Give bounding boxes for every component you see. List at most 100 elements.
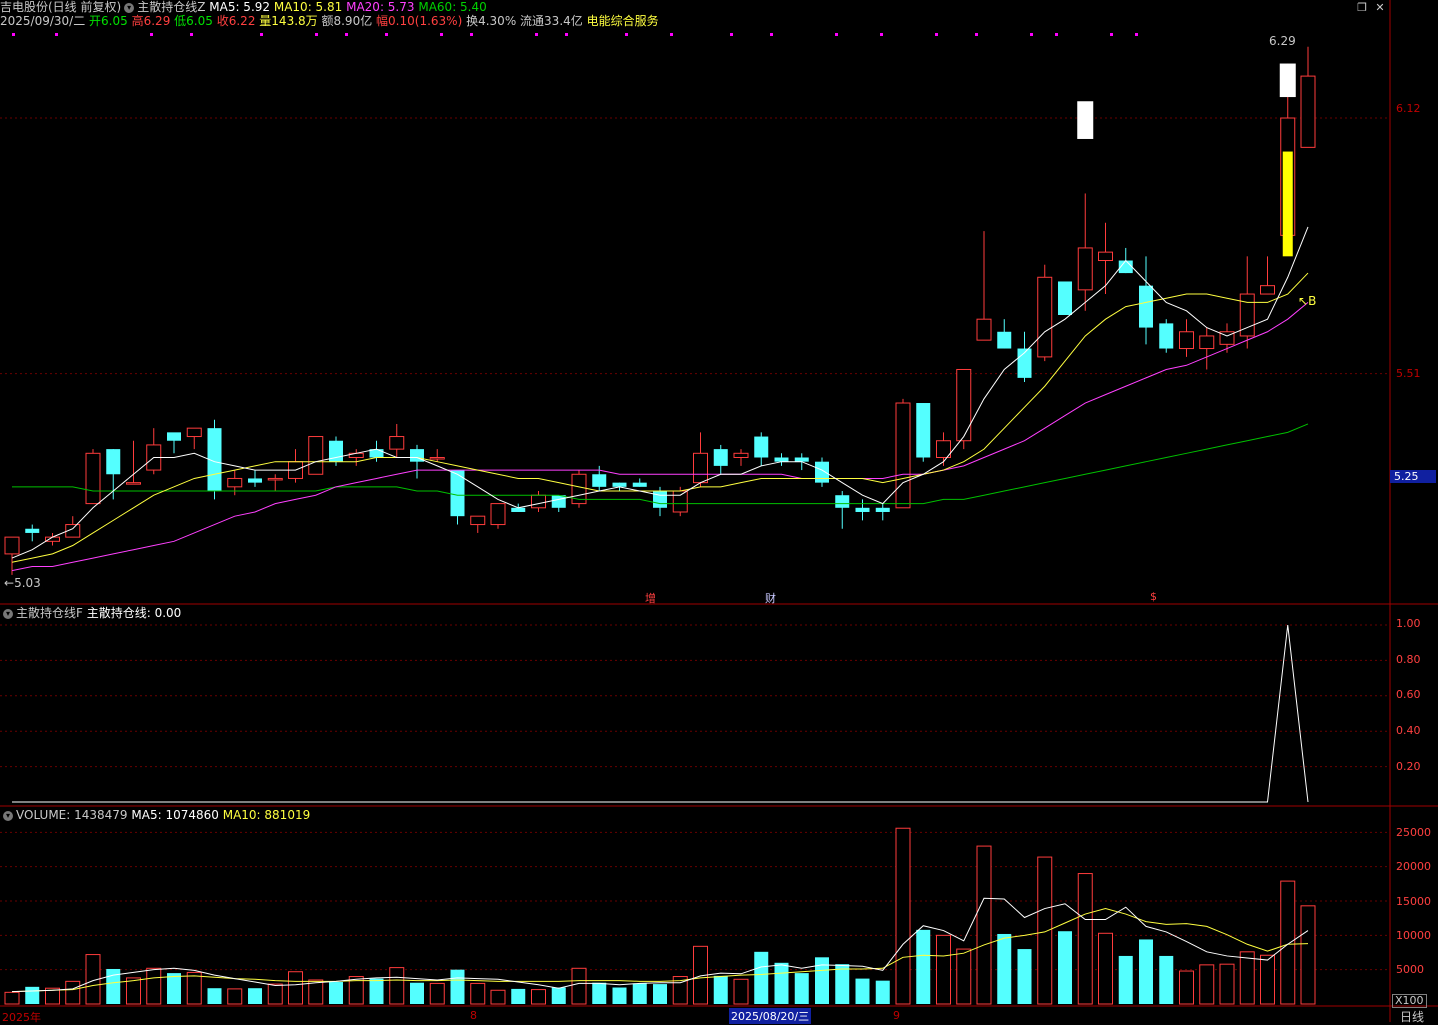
period-button[interactable]: 日线 [1400, 1008, 1424, 1025]
volume-bar-down [1118, 955, 1133, 1004]
volume-bar-down [207, 988, 222, 1004]
volume-bar-down [1139, 939, 1153, 1004]
volume-bar-down [25, 986, 40, 1004]
volume-bar-down [612, 987, 627, 1004]
marker-dot [440, 33, 443, 36]
candle-body-up [389, 436, 405, 450]
candle-body-up [1098, 251, 1113, 262]
candle-body-down [1058, 281, 1072, 315]
time-axis-label: 9 [893, 1009, 900, 1022]
candle-body-up [227, 477, 243, 488]
kline-chart[interactable] [0, 0, 1438, 1022]
volume-bar-down [794, 973, 809, 1004]
marker-dot [190, 33, 193, 36]
candle-body-up [1260, 285, 1275, 295]
indicator-pane-value: 主散持仓线: 0.00 [86, 606, 182, 620]
indicator-axis-tick: 1.00 [1396, 617, 1421, 630]
candle-body-down [997, 331, 1012, 349]
volume-bar-down [997, 933, 1012, 1004]
candle-body-up [1077, 247, 1093, 291]
chevron-down-icon[interactable]: ▾ [3, 608, 13, 619]
marker-dot [935, 33, 938, 36]
chevron-down-icon[interactable]: ▾ [3, 810, 13, 821]
volume-bar-up [895, 827, 911, 1005]
volume-bar-down [450, 969, 465, 1004]
candle-body-down [25, 528, 40, 533]
event-marker-increase[interactable]: 增 [645, 590, 656, 606]
candle-body-up [976, 318, 992, 341]
volume-bar-up [126, 977, 141, 1005]
indicator-axis-tick: 0.60 [1396, 688, 1421, 701]
volume-ma10-label: MA10: 881019 [222, 808, 311, 822]
marker-dot [385, 33, 388, 36]
candle-body-up [490, 503, 506, 526]
event-marker-finance[interactable]: 财 [765, 590, 776, 606]
low-price-label: ←5.03 [4, 576, 41, 590]
volume-bar-up [1077, 873, 1093, 1005]
volume-bar-up [146, 967, 162, 1005]
candle-body-down [754, 436, 769, 458]
volume-bar-up [470, 982, 486, 1005]
candle-body-down [1139, 285, 1153, 328]
volume-pane-title[interactable]: VOLUME: 1438479 [16, 808, 128, 822]
candle-body-up [672, 490, 688, 513]
candle-body-down [653, 491, 667, 508]
indicator-axis-tick: 0.20 [1396, 760, 1421, 773]
volume-bar-down [855, 978, 870, 1004]
indicator-line [12, 624, 1309, 803]
candle-body-down [774, 457, 789, 462]
low-price-value: 5.03 [14, 576, 41, 590]
candle-body-down [794, 457, 809, 462]
volume-bar-down [815, 957, 829, 1004]
volume-ma10-line [11, 908, 1309, 993]
volume-bar-up [1219, 963, 1235, 1005]
candle-body-up [733, 452, 749, 459]
buy-signal-text: B [1308, 294, 1317, 308]
candle-body-up [1199, 335, 1215, 350]
volume-ma5-label: MA5: 1074860 [131, 808, 219, 822]
candle-body-down [815, 461, 829, 483]
volume-axis-tick: 15000 [1396, 895, 1431, 908]
event-marker-dividend[interactable]: $ [1150, 590, 1157, 603]
candle-body-up [186, 427, 202, 438]
candle-body-down [855, 507, 870, 512]
marker-dot [1030, 33, 1033, 36]
indicator-pane-header: ▾ 主散持仓线F 主散持仓线: 0.00 [0, 606, 181, 620]
candle-body-up [308, 436, 324, 475]
candle-body-up [1300, 75, 1316, 148]
ma10-line [11, 272, 1309, 563]
volume-bar-up [4, 991, 20, 1005]
high-price-label: 6.29 [1269, 34, 1296, 48]
marker-dot [12, 33, 15, 36]
marker-dot [880, 33, 883, 36]
volume-bar-up [1199, 964, 1215, 1005]
marker-dot [1135, 33, 1138, 36]
volume-bar-down [713, 975, 728, 1004]
volume-bar-up [956, 948, 972, 1005]
indicator-pane-title[interactable]: 主散持仓线F [16, 606, 83, 620]
volume-bar-up [1037, 856, 1053, 1005]
candle-body-down [916, 403, 931, 458]
candle-body-down [713, 449, 728, 466]
marker-dot [835, 33, 838, 36]
signal-bar [1282, 151, 1293, 257]
candle-body-down [612, 482, 627, 487]
candle-body-up [267, 477, 283, 481]
volume-bar-up [1280, 880, 1296, 1005]
candle-body-down [592, 474, 607, 487]
volume-bar-down [511, 988, 526, 1004]
time-axis-label: 8 [470, 1009, 477, 1022]
volume-bar-down [410, 982, 424, 1004]
volume-axis-tick: 10000 [1396, 929, 1431, 942]
candle-body-up [4, 536, 20, 555]
volume-bar-down [329, 982, 343, 1004]
candle-body-down [167, 432, 181, 441]
volume-bar-up [976, 845, 992, 1005]
candle-body-up [429, 457, 445, 460]
candle-body-up [85, 452, 101, 505]
volume-bar-down [875, 980, 890, 1004]
volume-bar-down [248, 988, 262, 1004]
marker-dot [535, 33, 538, 36]
marker-dot [55, 33, 58, 36]
marker-dot [150, 33, 153, 36]
